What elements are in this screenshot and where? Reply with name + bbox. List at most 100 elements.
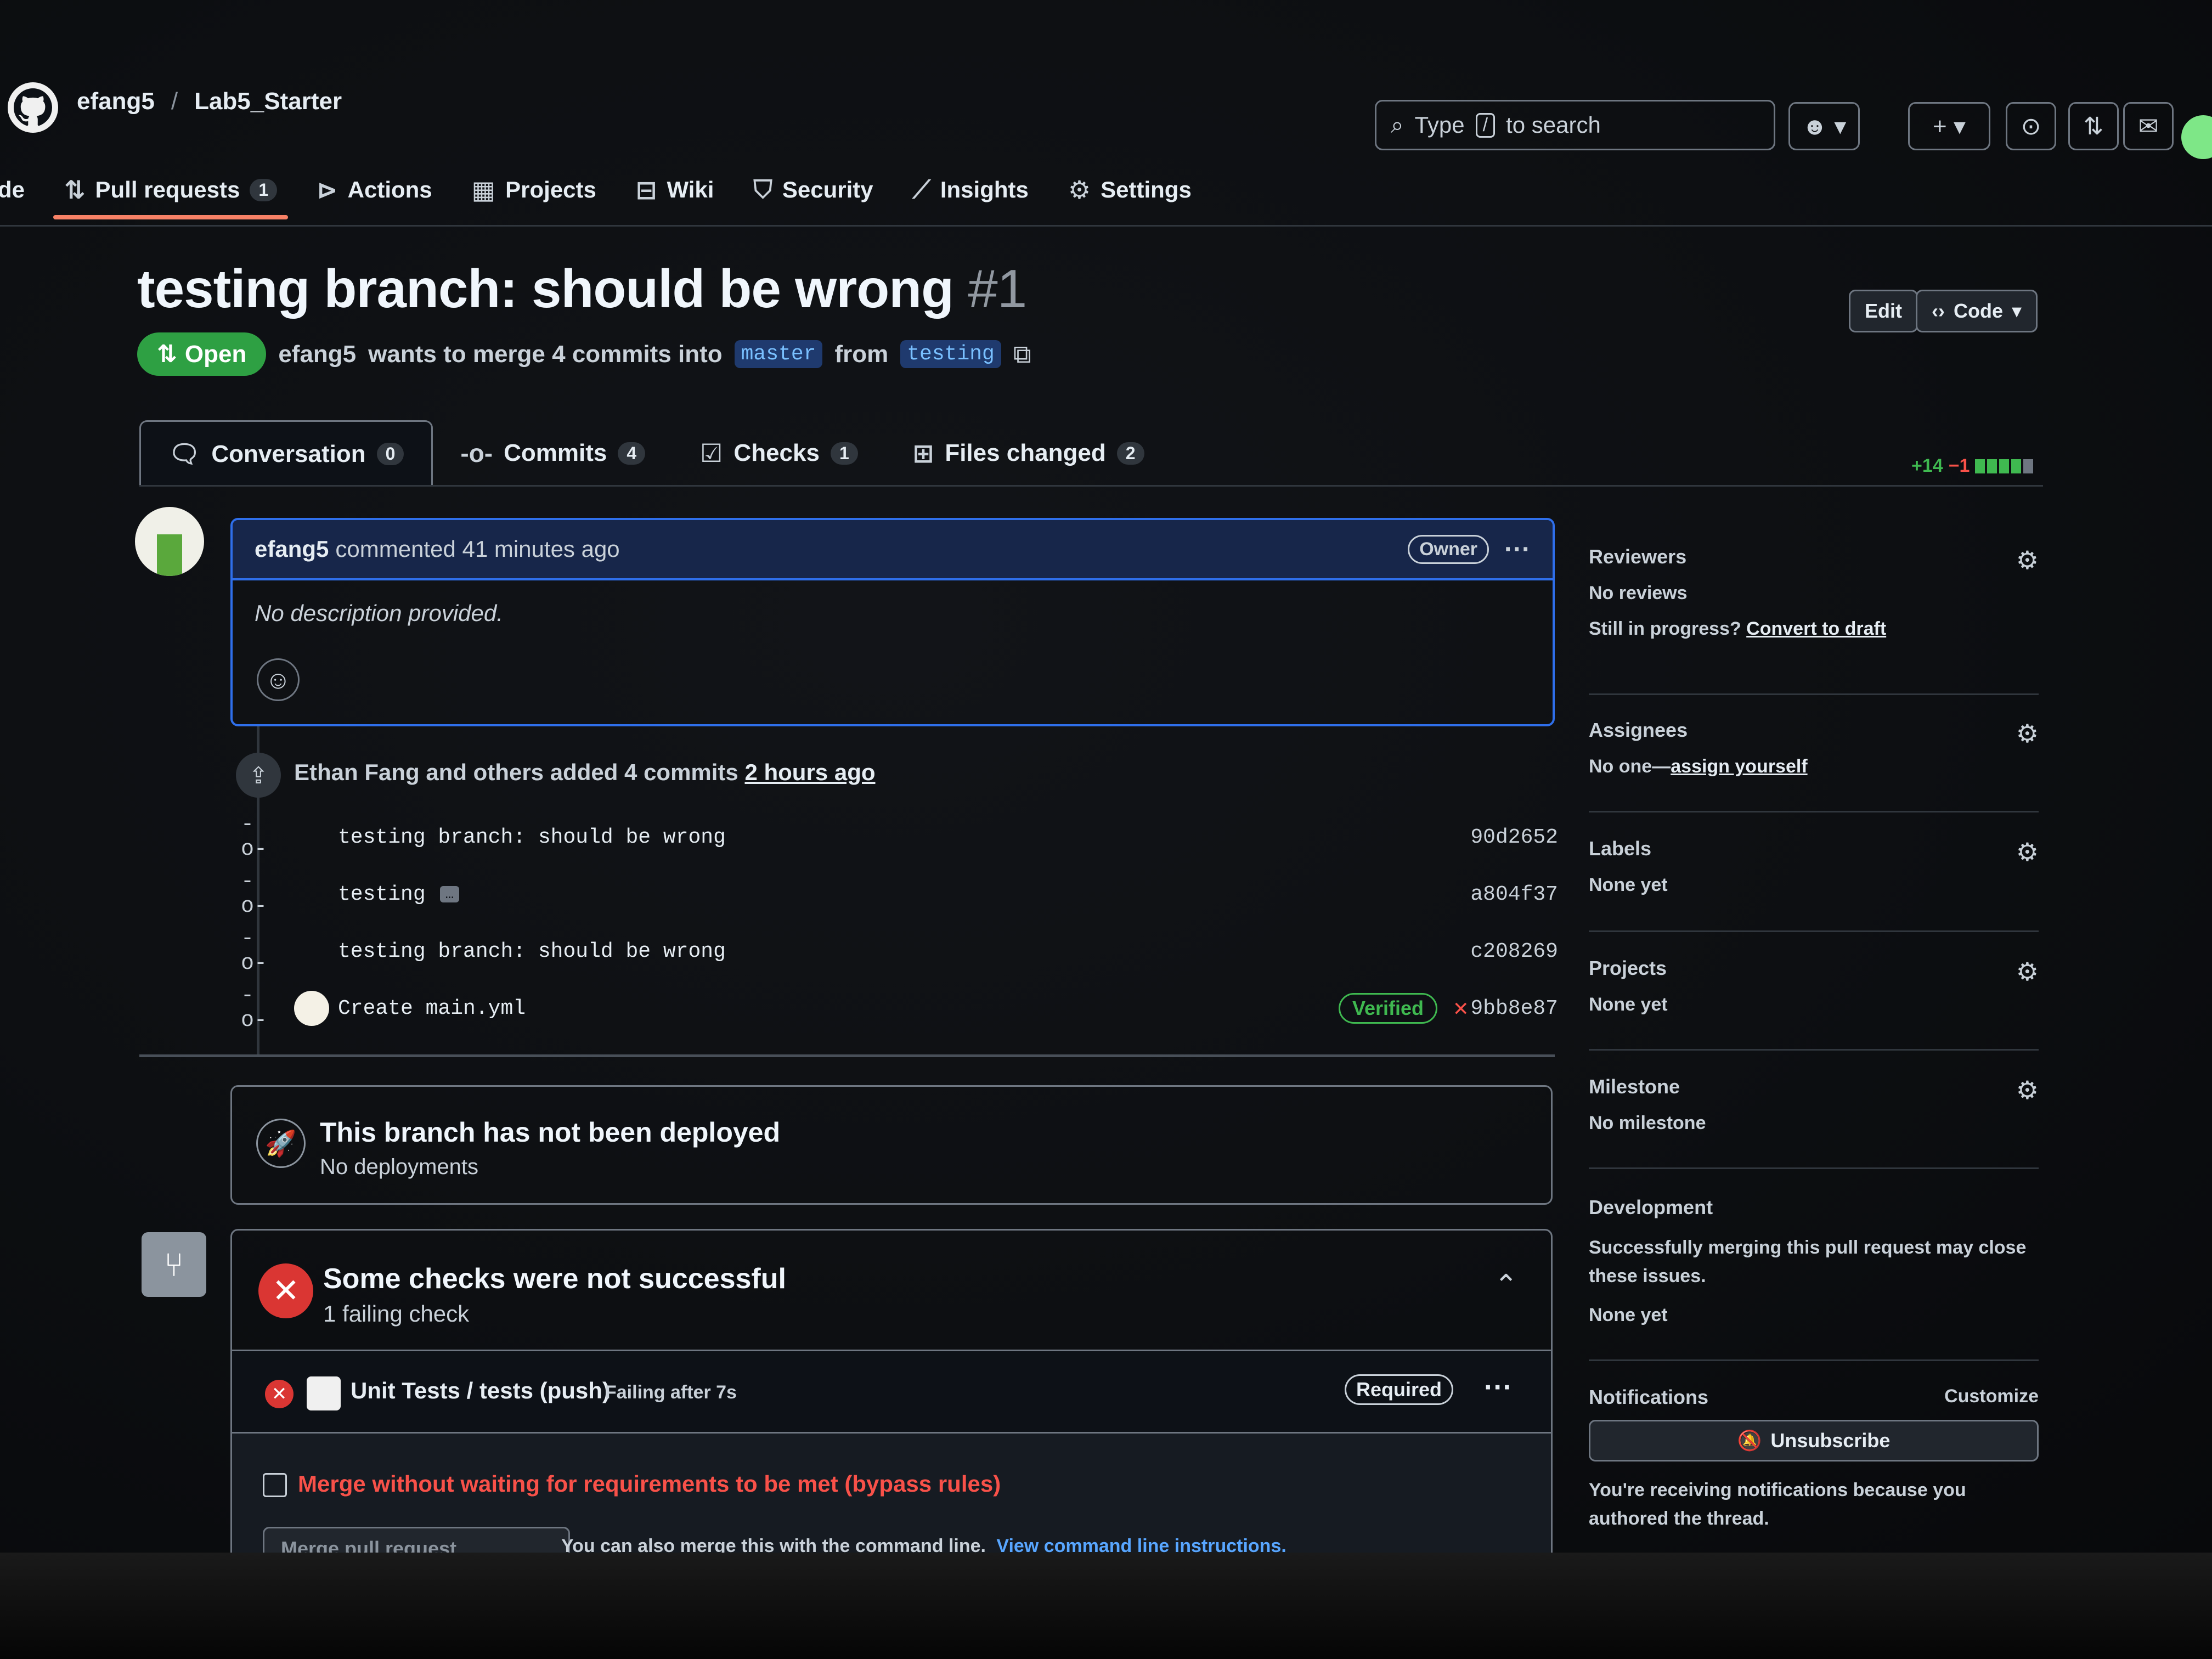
git-commit-icon: -o- [241, 812, 268, 862]
smiley-icon[interactable]: ☺ [257, 658, 300, 701]
comment-body: No description provided. [255, 600, 503, 626]
code-button[interactable]: ‹› Code ▾ [1916, 290, 2038, 332]
bypass-label[interactable]: Merge without waiting for requirements t… [298, 1471, 1001, 1497]
nav-projects[interactable]: ▦ Projects [472, 163, 596, 216]
comment-author[interactable]: efang5 [255, 536, 329, 562]
nav-wiki-label: Wiki [667, 177, 714, 202]
commit-message[interactable]: Create main.yml [338, 997, 526, 1020]
draft-prefix: Still in progress? [1589, 618, 1741, 639]
nav-pull-requests[interactable]: ⇅ Pull requests 1 [53, 163, 289, 219]
copilot-button[interactable]: ☻ ▾ [1788, 102, 1860, 150]
tab-commits[interactable]: -o- Commits 4 [433, 420, 673, 486]
file-diff-icon: ⊞ [912, 439, 934, 467]
checks-subtitle: 1 failing check [323, 1301, 470, 1327]
nav-settings[interactable]: ⚙ Settings [1068, 163, 1192, 216]
gear-icon[interactable]: ⚙ [2016, 957, 2039, 986]
tab-commits-count: 4 [618, 442, 646, 465]
nav-security[interactable]: ⛉ Security [753, 163, 873, 216]
check-status: Failing after 7s [605, 1382, 737, 1403]
breadcrumb-separator: / [171, 88, 178, 115]
pr-author[interactable]: efang5 [278, 341, 356, 368]
nav-insights[interactable]: ⟋ Insights [913, 163, 1029, 216]
nav-actions[interactable]: ⊳ Actions [317, 163, 432, 216]
unsubscribe-label: Unsubscribe [1770, 1429, 1891, 1452]
command-line-link[interactable]: View command line instructions. [996, 1536, 1286, 1553]
git-pull-request-icon: ⇅ [64, 176, 86, 204]
from-text: from [834, 340, 889, 368]
labels-value: None yet [1589, 874, 1668, 895]
edit-button[interactable]: Edit [1849, 290, 1918, 332]
create-new-button[interactable]: + ▾ [1908, 102, 1990, 150]
issues-button[interactable]: ⊙ [2006, 102, 2056, 150]
github-logo-icon[interactable] [8, 82, 58, 133]
head-branch[interactable]: testing [900, 340, 1001, 368]
check-name[interactable]: Unit Tests / tests (push) [351, 1378, 610, 1404]
diffstat: +14 −1 [1911, 455, 2034, 477]
customize-link[interactable]: Customize [1944, 1386, 2039, 1407]
page-title: testing branch: should be wrong #1 [137, 258, 1027, 320]
kebab-menu-icon[interactable]: ··· [1504, 534, 1531, 565]
search-shortcut-key: / [1475, 112, 1496, 138]
avatar[interactable] [294, 991, 329, 1026]
deployment-subtitle: No deployments [320, 1155, 479, 1179]
tab-files-changed[interactable]: ⊞ Files changed 2 [885, 420, 1172, 486]
gear-icon[interactable]: ⚙ [2016, 719, 2039, 748]
bypass-checkbox[interactable] [263, 1473, 287, 1497]
checks-summary: ✕ Some checks were not successful 1 fail… [232, 1231, 1551, 1351]
nav-divider [0, 225, 2212, 227]
breadcrumb-owner[interactable]: efang5 [77, 88, 155, 115]
commit-sha[interactable]: 9bb8e87 [1470, 997, 1558, 1020]
commit-sha[interactable]: 90d2652 [1470, 826, 1558, 849]
commit-sha[interactable]: c208269 [1470, 940, 1558, 963]
breadcrumb-repo[interactable]: Lab5_Starter [194, 88, 342, 115]
commit-message[interactable]: testing [338, 883, 426, 906]
pull-requests-button[interactable]: ⇅ [2068, 102, 2119, 150]
x-icon[interactable]: ✕ [1454, 994, 1469, 1023]
unsubscribe-button[interactable]: 🔕 Unsubscribe [1589, 1420, 2039, 1462]
nav-wiki[interactable]: ⊟ Wiki [636, 163, 714, 216]
user-avatar[interactable] [2181, 115, 2212, 159]
merge-pull-request-button[interactable]: Merge pull request [263, 1527, 570, 1553]
reviewers-label: Reviewers [1589, 545, 1687, 568]
nav-code[interactable]: Code [0, 163, 25, 216]
gear-icon[interactable]: ⚙ [2016, 837, 2039, 867]
convert-to-draft-link[interactable]: Convert to draft [1746, 618, 1886, 639]
assignees-prefix: No one— [1589, 756, 1671, 777]
development-label: Development [1589, 1196, 1713, 1218]
base-branch[interactable]: master [734, 340, 823, 368]
commit-message[interactable]: testing branch: should be wrong [338, 826, 726, 849]
inbox-button[interactable]: ✉ [2123, 102, 2174, 150]
kebab-menu-icon[interactable]: ··· [1484, 1371, 1513, 1404]
search-input[interactable]: ⌕ Type / to search [1375, 100, 1775, 150]
milestone-value: No milestone [1589, 1113, 1706, 1133]
code-icon: ‹› [1932, 300, 1945, 322]
timeline-summary-time[interactable]: 2 hours ago [744, 759, 875, 785]
avatar[interactable] [135, 507, 204, 576]
tab-conversation[interactable]: 🗨 Conversation 0 [139, 420, 433, 486]
tab-files-changed-label: Files changed [945, 439, 1106, 466]
sidebar-milestone: Milestone ⚙ No milestone [1589, 1075, 2039, 1134]
commit-message[interactable]: testing branch: should be wrong [338, 940, 726, 963]
sidebar-divider [1589, 811, 2039, 822]
repo-push-icon: ⇪ [236, 753, 281, 798]
copy-icon[interactable]: ⧉ [1013, 339, 1031, 370]
bypass-row: Merge without waiting for requirements t… [232, 1434, 1551, 1553]
tab-commits-label: Commits [504, 439, 607, 466]
commit-sha[interactable]: a804f37 [1470, 883, 1558, 906]
status-badge-label: Open [184, 340, 247, 368]
assign-yourself-link[interactable]: assign yourself [1671, 756, 1807, 777]
projects-value: None yet [1589, 994, 1668, 1015]
gear-icon[interactable]: ⚙ [2016, 1075, 2039, 1105]
sidebar-divider [1589, 1049, 2039, 1060]
diffstat-block [1999, 459, 2010, 473]
tab-checks[interactable]: ☑ Checks 1 [673, 420, 885, 486]
gear-icon[interactable]: ⚙ [2016, 545, 2039, 575]
tab-conversation-count: 0 [376, 443, 404, 465]
chevron-up-icon[interactable]: ⌃ [1494, 1269, 1518, 1302]
sidebar-divider [1589, 1359, 2039, 1370]
sidebar-labels: Labels ⚙ None yet [1589, 837, 2039, 896]
development-desc: Successfully merging this pull request m… [1589, 1237, 2027, 1286]
verified-badge[interactable]: Verified [1338, 993, 1437, 1024]
expand-ellipsis-button[interactable]: … [439, 886, 460, 902]
diffstat-block [1975, 459, 1985, 473]
